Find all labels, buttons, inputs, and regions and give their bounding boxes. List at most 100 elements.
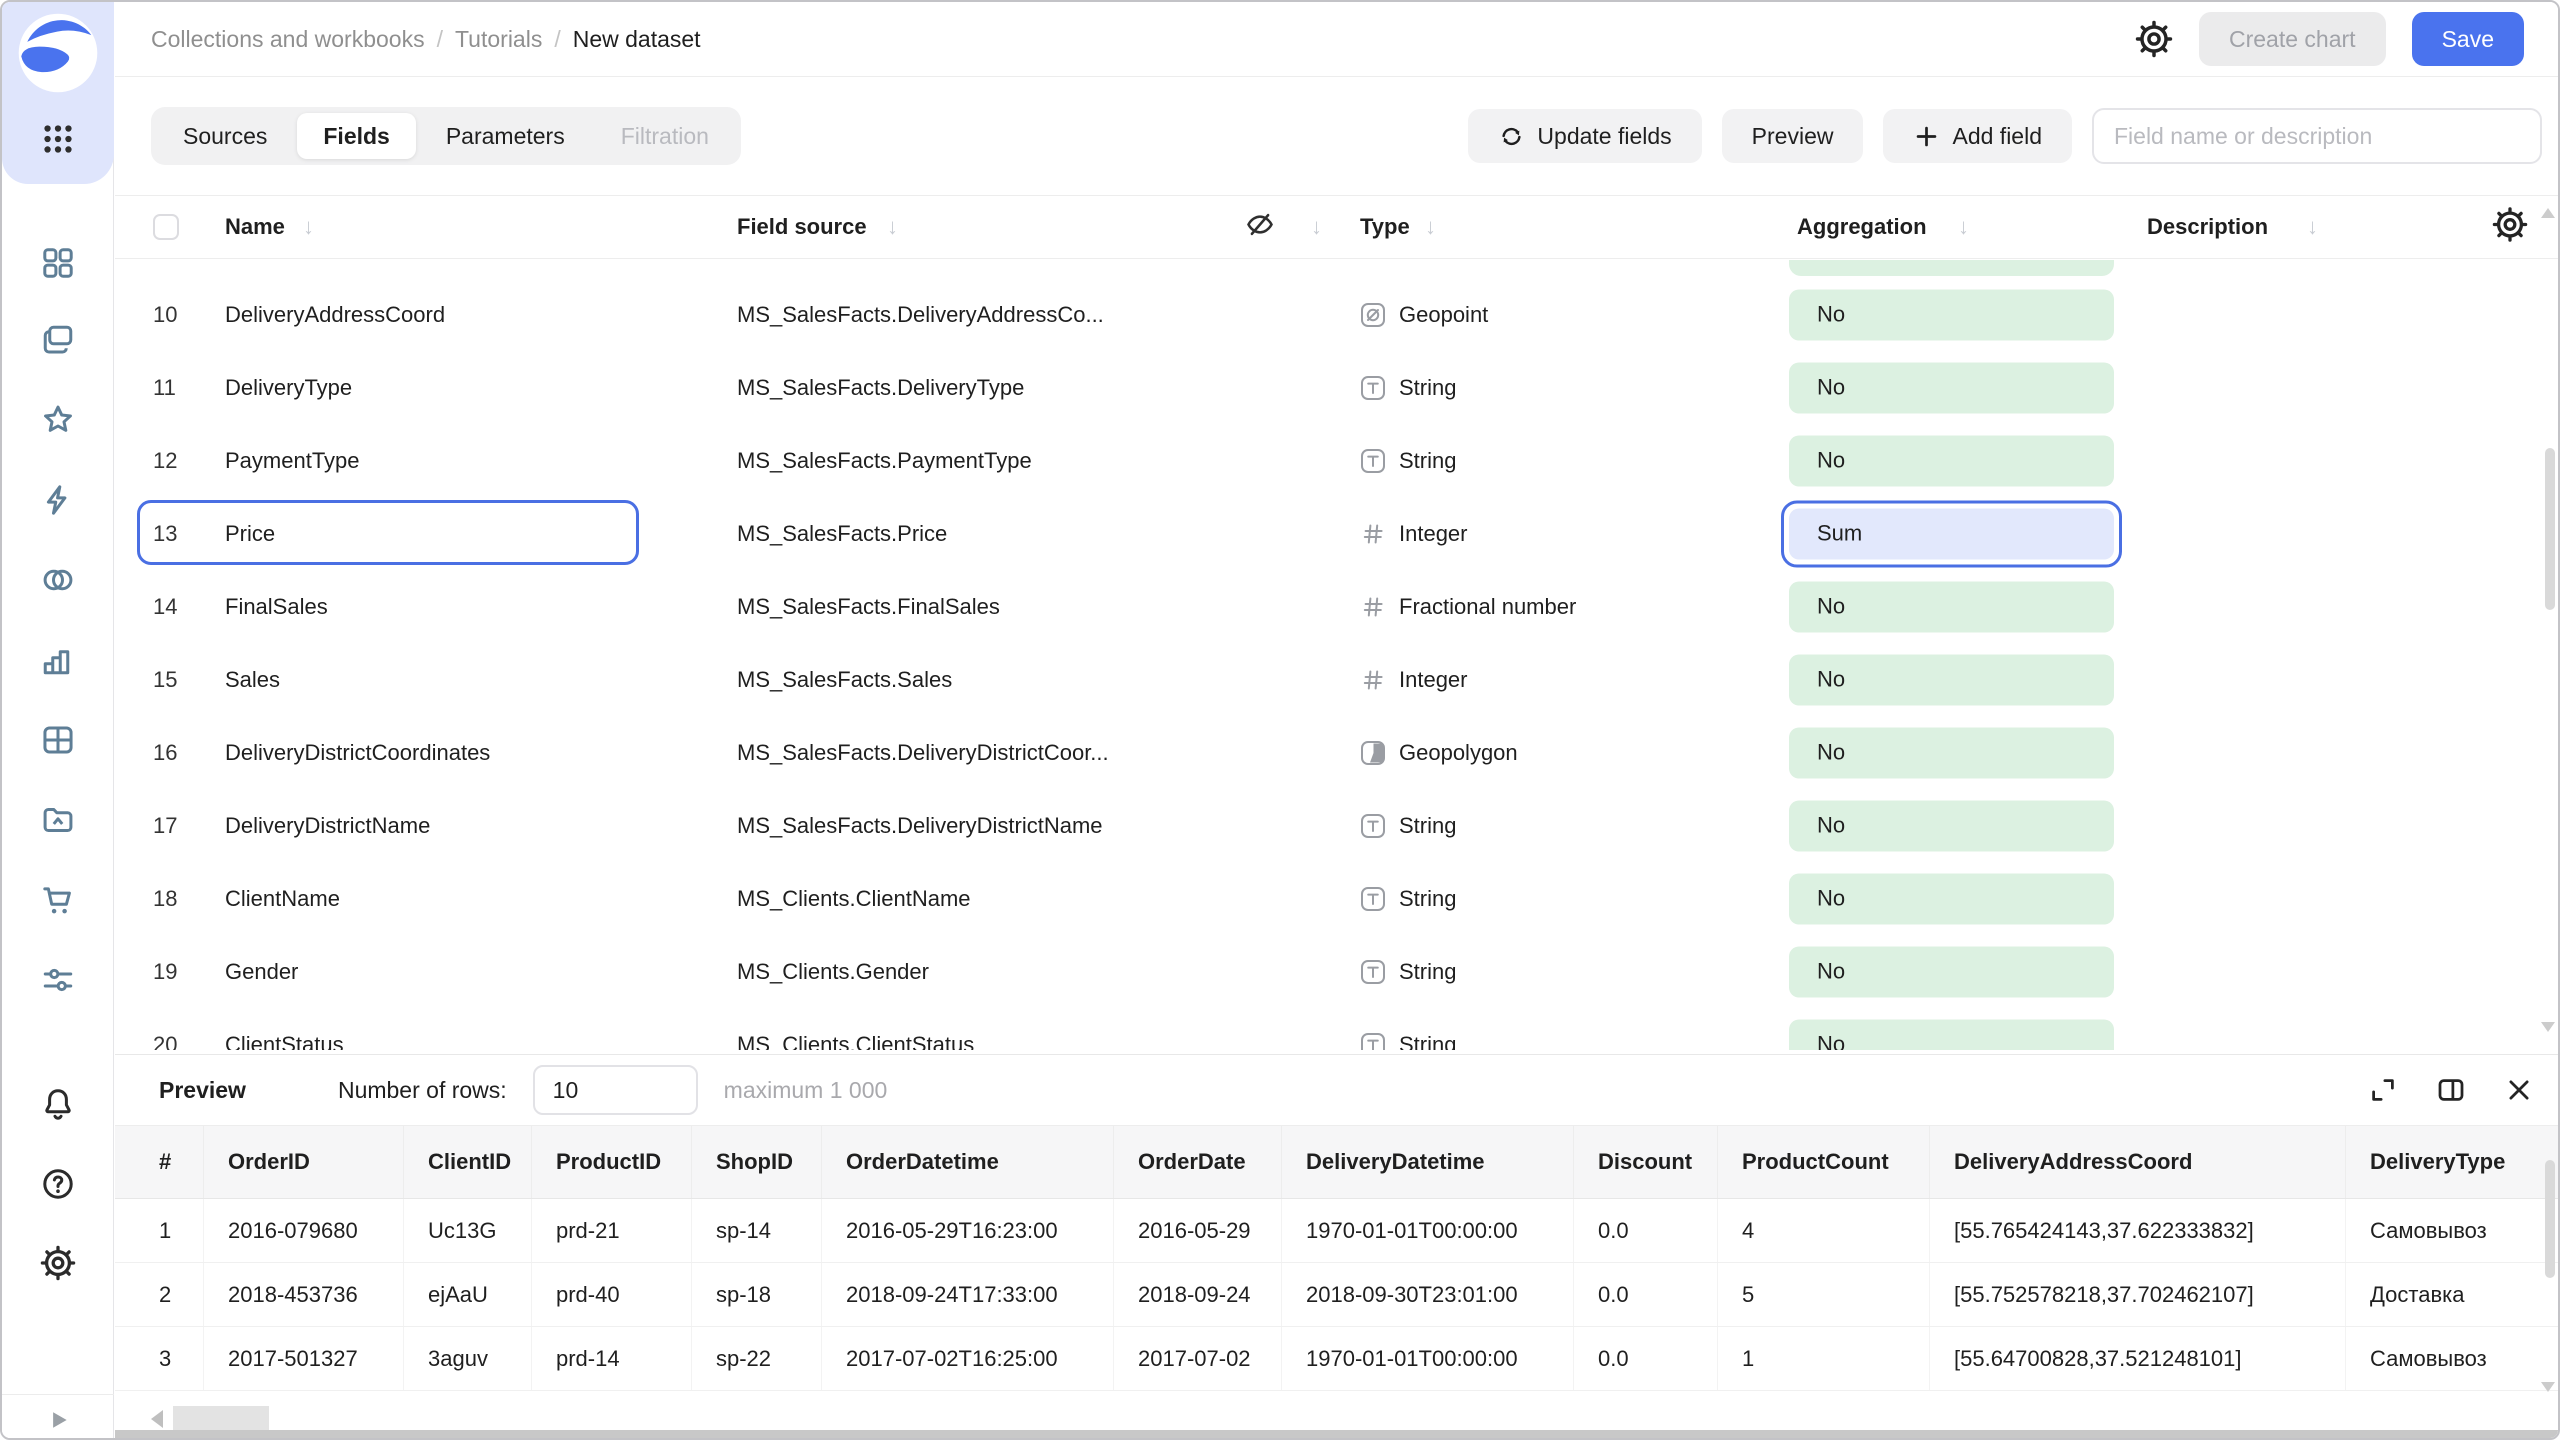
aggregation-select[interactable]: No xyxy=(1781,427,2122,494)
expand-preview-icon[interactable] xyxy=(2368,1075,2398,1105)
datasets-circles-icon[interactable] xyxy=(38,560,78,600)
save-button[interactable]: Save xyxy=(2412,12,2524,66)
field-name: Price xyxy=(225,521,275,547)
field-type[interactable]: Integer xyxy=(1360,521,1468,547)
field-row[interactable]: 18 ClientName MS_Clients.ClientName Stri… xyxy=(115,862,2558,935)
aggregation-select[interactable]: No xyxy=(1781,719,2122,786)
create-chart-button[interactable]: Create chart xyxy=(2199,12,2386,66)
collections-icon[interactable] xyxy=(38,320,78,360)
files-folder-icon[interactable] xyxy=(38,800,78,840)
eye-off-icon[interactable] xyxy=(1245,210,1275,245)
column-header-field-source[interactable]: Field source xyxy=(737,214,867,240)
split-view-icon[interactable] xyxy=(2436,1075,2466,1105)
field-type[interactable]: String xyxy=(1360,959,1456,985)
column-header-type[interactable]: Type xyxy=(1360,214,1410,240)
breadcrumb-collections[interactable]: Collections and workbooks xyxy=(151,26,425,53)
field-type[interactable]: String xyxy=(1360,886,1456,912)
charts-bars-icon[interactable] xyxy=(38,640,78,680)
aggregation-select[interactable]: No xyxy=(1781,354,2122,421)
fields-scroll-down-arrow-icon[interactable] xyxy=(2541,1022,2555,1032)
tab-fields[interactable]: Fields xyxy=(297,113,415,159)
dashboards-table-icon[interactable] xyxy=(38,720,78,760)
scroll-left-arrow-icon[interactable] xyxy=(151,1410,163,1428)
aggregation-select[interactable]: Sum xyxy=(1781,500,2122,567)
update-fields-label: Update fields xyxy=(1537,123,1671,150)
field-type[interactable]: Fractional number xyxy=(1360,594,1576,620)
field-row[interactable]: 14 FinalSales MS_SalesFacts.FinalSales F… xyxy=(115,570,2558,643)
tab-sources[interactable]: Sources xyxy=(157,113,293,159)
search-input[interactable] xyxy=(2092,108,2542,164)
row-number: 16 xyxy=(153,740,177,766)
sort-arrow-aggregation-icon[interactable]: ↓ xyxy=(1958,214,1969,240)
preview-column-header: # xyxy=(159,1126,203,1198)
field-row[interactable]: 20 ClientStatus MS_Clients.ClientStatus … xyxy=(115,1008,2558,1050)
sort-arrow-description-icon[interactable]: ↓ xyxy=(2307,214,2318,240)
aggregation-select[interactable]: No xyxy=(1781,938,2122,1005)
apps-grid-icon[interactable] xyxy=(39,120,77,158)
aggregation-select[interactable]: No xyxy=(1781,573,2122,640)
sliders-settings-icon[interactable] xyxy=(38,960,78,1000)
row-number: 11 xyxy=(153,375,176,401)
aggregation-select[interactable]: No xyxy=(1781,792,2122,859)
field-row[interactable]: 11 DeliveryType MS_SalesFacts.DeliveryTy… xyxy=(115,351,2558,424)
dataset-settings-gear-icon[interactable] xyxy=(2135,20,2173,58)
preview-scroll-down-arrow-icon[interactable] xyxy=(2541,1382,2555,1392)
field-row[interactable]: 17 DeliveryDistrictName MS_SalesFacts.De… xyxy=(115,789,2558,862)
aggregation-select[interactable]: No xyxy=(1781,281,2122,348)
field-type[interactable]: String xyxy=(1360,375,1456,401)
type-label: Integer xyxy=(1399,521,1468,547)
fields-scroll-up-arrow-icon[interactable] xyxy=(2541,208,2555,218)
preview-cell: Самовывоз xyxy=(2345,1199,2517,1262)
field-row[interactable]: 16 DeliveryDistrictCoordinates MS_SalesF… xyxy=(115,716,2558,789)
preview-scrollbar-thumb[interactable] xyxy=(2545,1160,2555,1278)
expand-sidebar-button[interactable] xyxy=(38,1404,78,1436)
update-fields-button[interactable]: Update fields xyxy=(1468,109,1701,163)
field-row[interactable]: 19 Gender MS_Clients.Gender String No xyxy=(115,935,2558,1008)
rows-count-input[interactable] xyxy=(533,1065,698,1115)
close-preview-icon[interactable] xyxy=(2504,1075,2534,1105)
notifications-bell-icon[interactable] xyxy=(38,1084,78,1124)
help-icon[interactable] xyxy=(38,1164,78,1204)
bottom-scrollbar-track[interactable] xyxy=(115,1430,2558,1438)
sort-arrow-type-icon[interactable]: ↓ xyxy=(1425,214,1436,240)
row-number: 14 xyxy=(153,594,177,620)
select-all-checkbox[interactable] xyxy=(153,214,179,240)
horizontal-scrollbar[interactable] xyxy=(115,1405,2536,1433)
aggregation-select[interactable]: No xyxy=(1781,646,2122,713)
fields-scrollbar-thumb[interactable] xyxy=(2545,448,2555,610)
aggregation-select[interactable]: No xyxy=(1781,865,2122,932)
favorites-star-icon[interactable] xyxy=(38,400,78,440)
sort-arrow-hidden-icon[interactable]: ↓ xyxy=(1311,214,1322,240)
field-row[interactable]: 10 DeliveryAddressCoord MS_SalesFacts.De… xyxy=(115,278,2558,351)
column-header-aggregation[interactable]: Aggregation xyxy=(1797,214,1927,240)
field-row[interactable]: 15 Sales MS_SalesFacts.Sales Integer No xyxy=(115,643,2558,716)
toolbar-actions: Update fields Preview Add field xyxy=(1468,108,2542,164)
columns-settings-gear-icon[interactable] xyxy=(2492,207,2528,248)
field-type[interactable]: Geopolygon xyxy=(1360,740,1518,766)
horizontal-scrollbar-thumb[interactable] xyxy=(173,1406,269,1432)
column-header-description[interactable]: Description xyxy=(2147,214,2268,240)
field-name: Gender xyxy=(225,959,298,985)
services-grid-icon[interactable] xyxy=(38,243,78,283)
field-type[interactable]: Integer xyxy=(1360,667,1468,693)
field-type[interactable]: String xyxy=(1360,813,1456,839)
field-type[interactable]: String xyxy=(1360,448,1456,474)
preview-column-header: ProductCount xyxy=(1717,1126,1929,1198)
add-field-button[interactable]: Add field xyxy=(1883,109,2072,163)
aggregation-select[interactable]: No xyxy=(1781,1011,2122,1050)
field-source: MS_SalesFacts.DeliveryType xyxy=(737,375,1024,401)
field-row[interactable]: 13 Price MS_SalesFacts.Price Integer Sum xyxy=(115,497,2558,570)
field-type[interactable]: Geopoint xyxy=(1360,302,1488,328)
sort-arrow-field-source-icon[interactable]: ↓ xyxy=(887,214,898,240)
column-header-name[interactable]: Name xyxy=(225,214,285,240)
settings-gear-icon[interactable] xyxy=(38,1243,78,1283)
sort-arrow-name-icon[interactable]: ↓ xyxy=(303,214,314,240)
field-row[interactable]: 12 PaymentType MS_SalesFacts.PaymentType… xyxy=(115,424,2558,497)
breadcrumb-tutorials[interactable]: Tutorials xyxy=(455,26,542,53)
preview-button[interactable]: Preview xyxy=(1722,109,1864,163)
field-type[interactable]: String xyxy=(1360,1032,1456,1051)
quick-actions-bolt-icon[interactable] xyxy=(38,480,78,520)
datalens-logo-icon[interactable] xyxy=(17,12,99,94)
tab-parameters[interactable]: Parameters xyxy=(420,113,591,159)
marketplace-cart-icon[interactable] xyxy=(38,880,78,920)
